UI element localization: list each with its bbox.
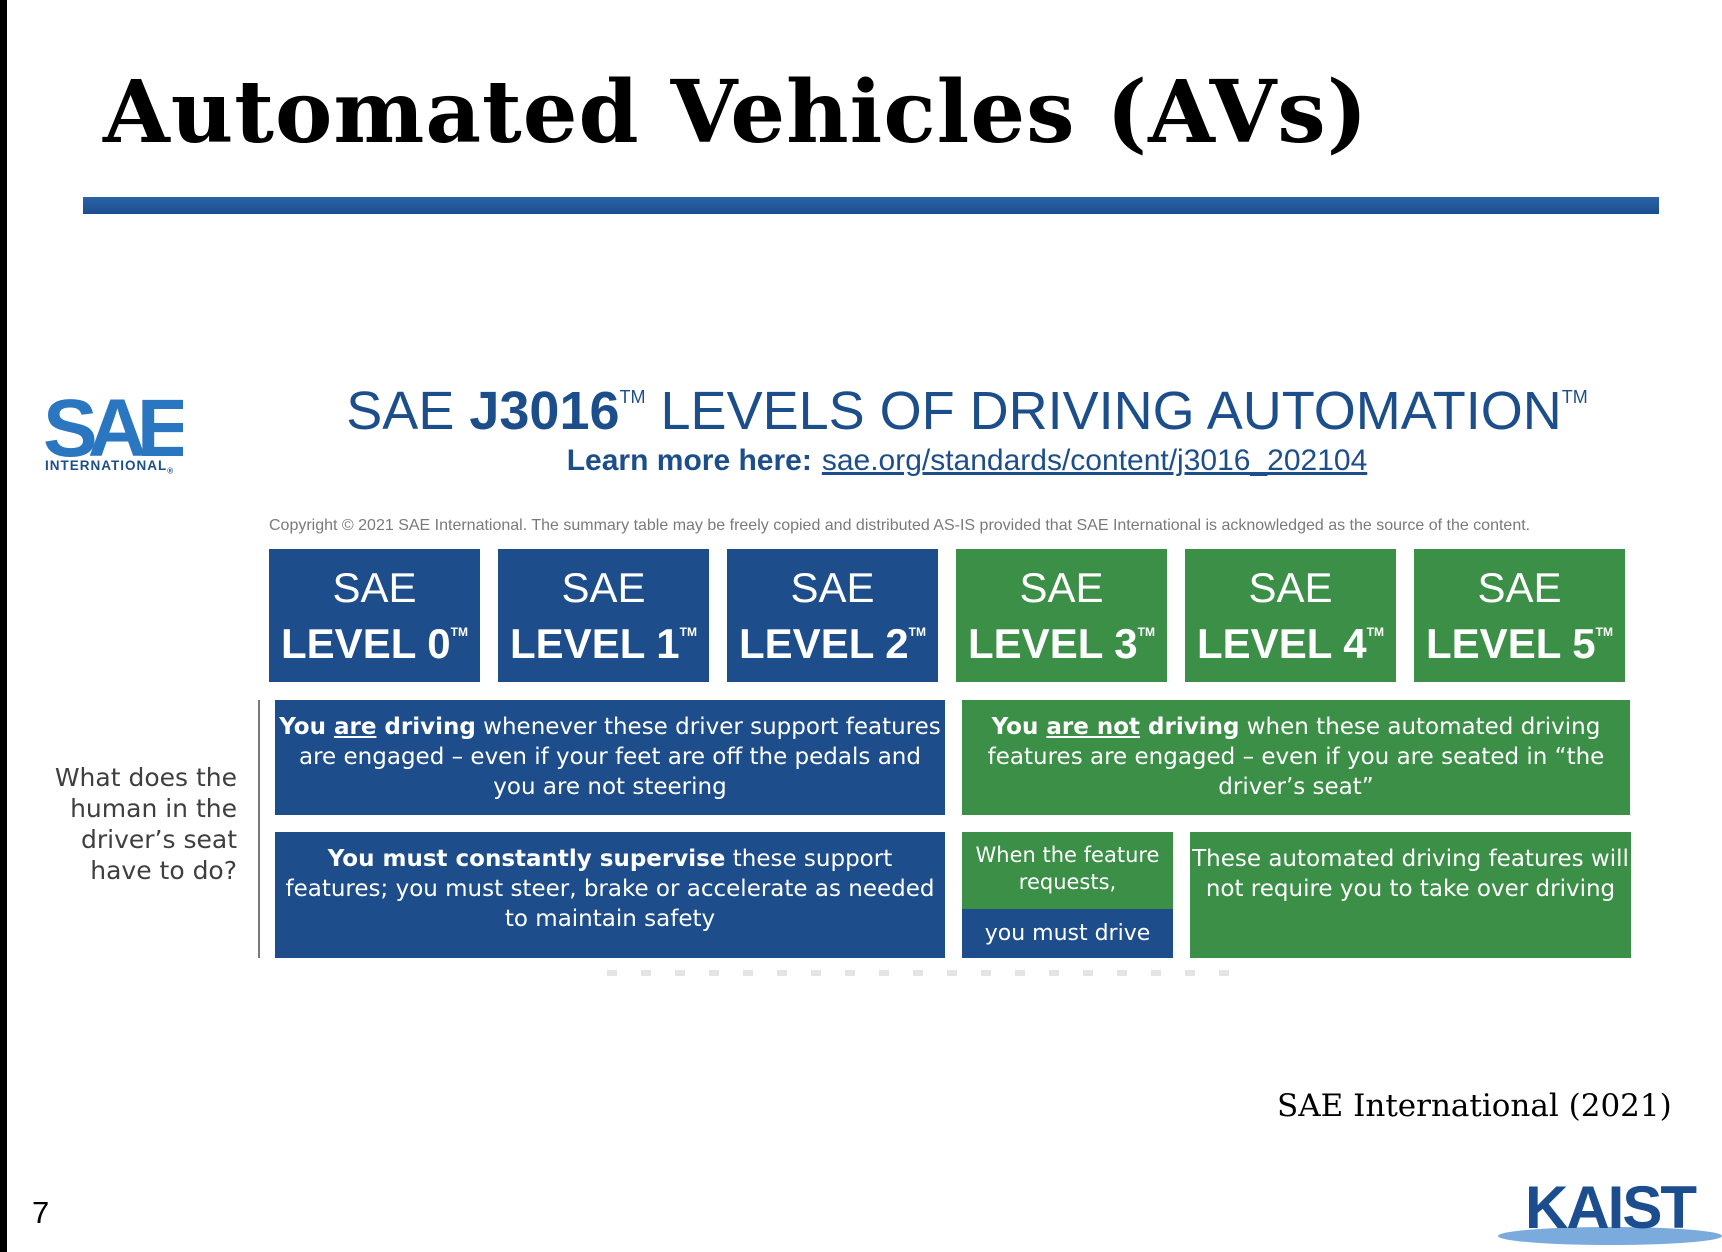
level-1-box: SAE LEVEL 1TM <box>498 549 709 682</box>
page-number: 7 <box>32 1195 50 1230</box>
level-label: LEVEL 0TM <box>269 609 480 667</box>
are-not-text: are not <box>1046 714 1140 740</box>
no-takeover-cell: These automated driving features will no… <box>1190 832 1631 958</box>
level-4-box: SAE LEVEL 4TM <box>1185 549 1396 682</box>
are-text: are <box>334 714 376 740</box>
supervise-cell: You must constantly supervise these supp… <box>275 832 945 958</box>
level-sae: SAE <box>561 564 646 611</box>
level-number: LEVEL 4 <box>1197 620 1367 667</box>
level-number: LEVEL 1 <box>510 620 680 667</box>
sae-logo-subtitle-text: INTERNATIONAL <box>45 458 168 473</box>
feature-request-top: When the feature requests, <box>962 832 1173 909</box>
heading-tm: TM <box>619 387 646 407</box>
level-number: LEVEL 5 <box>1426 620 1596 667</box>
driving-text: driving <box>376 714 476 740</box>
you-text: You <box>991 714 1047 740</box>
learn-more-link[interactable]: sae.org/standards/content/j3016_202104 <box>822 444 1367 477</box>
level-3-box: SAE LEVEL 3TM <box>956 549 1167 682</box>
slide-title: Automated Vehicles (AVs) <box>103 62 1369 163</box>
supervise-bold: You must constantly supervise <box>327 846 726 872</box>
title-rule <box>83 197 1659 214</box>
level-label: LEVEL 3TM <box>956 609 1167 667</box>
are-underlined: are <box>333 714 377 740</box>
level-number: LEVEL 2 <box>739 620 909 667</box>
chart-heading: SAE J3016TM LEVELS OF DRIVING AUTOMATION… <box>277 380 1657 442</box>
you-text: You <box>279 714 334 740</box>
level-number: LEVEL 3 <box>968 620 1138 667</box>
learn-more-label: Learn more here: <box>566 444 812 477</box>
level-sae: SAE <box>1248 564 1333 611</box>
kaist-logo: KAIST <box>1498 1174 1722 1245</box>
level-5-box: SAE LEVEL 5TM <box>1414 549 1625 682</box>
you-are-driving-cell: You are driving whenever these driver su… <box>275 700 945 815</box>
learn-more: Learn more here: sae.org/standards/conten… <box>277 444 1657 478</box>
level-label: LEVEL 5TM <box>1414 609 1625 667</box>
level-sae: SAE <box>790 564 875 611</box>
level-0-box: SAE LEVEL 0TM <box>269 549 480 682</box>
citation: SAE International (2021) <box>1277 1088 1672 1124</box>
sae-logo-subtitle: INTERNATIONAL® <box>45 458 174 476</box>
level-sae: SAE <box>332 564 417 611</box>
heading-tm-2: TM <box>1561 387 1588 407</box>
level-label: LEVEL 2TM <box>727 609 938 667</box>
level-label: LEVEL 4TM <box>1185 609 1396 667</box>
level-number: LEVEL 0 <box>281 620 451 667</box>
you-are-not-driving-cell: You are not driving when these automated… <box>962 700 1630 815</box>
heading-standard: J3016 <box>469 381 620 441</box>
copyright-notice: Copyright © 2021 SAE International. The … <box>269 517 1531 534</box>
level-tm: TM <box>1595 625 1613 639</box>
level-tm: TM <box>1366 625 1384 639</box>
level-sae: SAE <box>1477 564 1562 611</box>
registered-mark: ® <box>167 466 175 476</box>
driving-text: driving <box>1140 714 1240 740</box>
level-sae: SAE <box>1019 564 1104 611</box>
level-tm: TM <box>908 625 926 639</box>
heading-main: LEVELS OF DRIVING AUTOMATION <box>645 381 1562 441</box>
heading-prefix: SAE <box>346 381 470 441</box>
are-not-underlined: are not <box>1046 714 1141 740</box>
feature-request-cell: When the feature requests, you must driv… <box>962 832 1173 958</box>
level-label: LEVEL 1TM <box>498 609 709 667</box>
kaist-logo-text: KAIST <box>1525 1174 1696 1241</box>
level-tm: TM <box>679 625 697 639</box>
faded-footnote <box>607 970 1247 976</box>
feature-request-bottom: you must drive <box>962 909 1173 958</box>
level-tm: TM <box>1137 625 1155 639</box>
question-divider <box>258 700 260 958</box>
slide: Automated Vehicles (AVs) SAE INTERNATION… <box>7 0 1722 1252</box>
level-2-box: SAE LEVEL 2TM <box>727 549 938 682</box>
driver-question: What does the human in the driver’s seat… <box>54 763 237 885</box>
level-tm: TM <box>450 625 468 639</box>
